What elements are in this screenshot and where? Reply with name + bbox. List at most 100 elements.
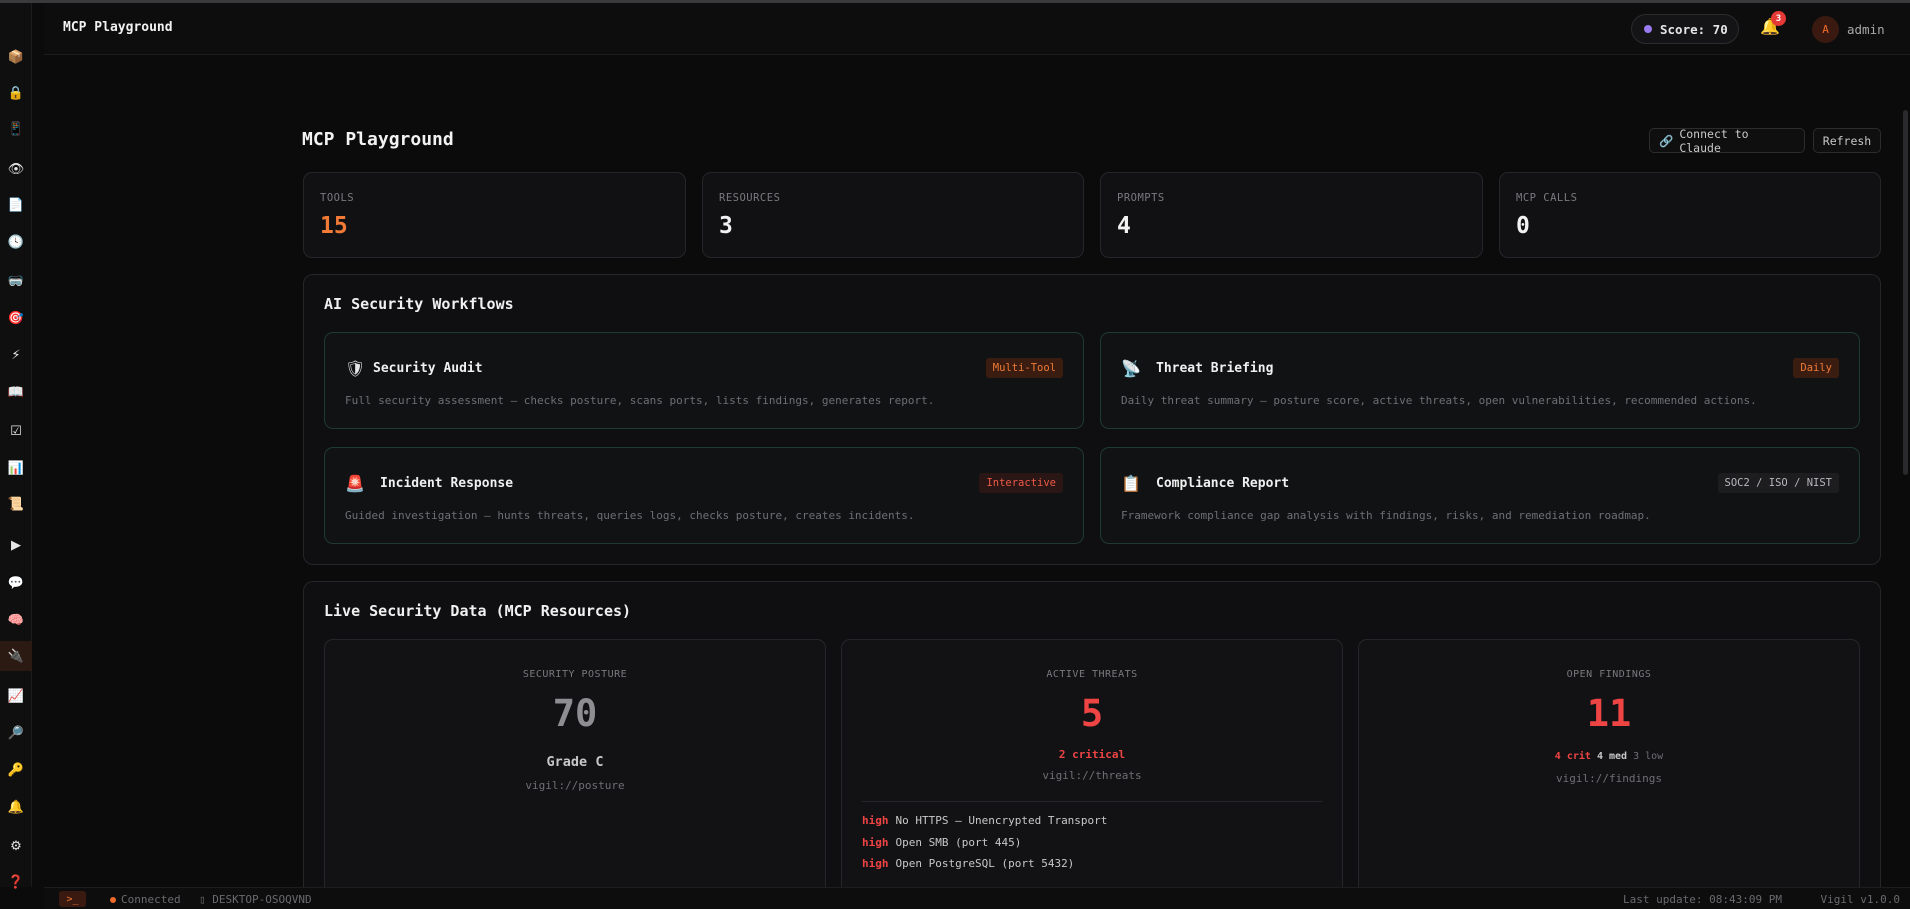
threat-count: 5 xyxy=(1080,692,1104,735)
sidebar-item-eye-icon[interactable]: 👁 xyxy=(0,154,32,184)
workflow-compliance-report[interactable]: 📋 Compliance Report SOC2 / ISO / NIST Fr… xyxy=(1100,447,1860,544)
workflow-description: Framework compliance gap analysis with f… xyxy=(1121,509,1651,522)
sidebar-item-bell-icon[interactable]: 🔔 xyxy=(0,792,32,822)
device-icon: 📱 xyxy=(7,121,25,137)
sidebar: 📦 🔒 📱 👁 📄 🕓 🥽 🎯 ⚡ 📖 ☑ 📊 📜 ▶ 💬 🧠 🔌 📈 🔎 🔑 🔔 ⚙ ❓ xyxy=(0,3,32,890)
lock-icon: 🔒 xyxy=(7,85,25,101)
connection-label: Connected xyxy=(121,893,181,906)
threat-title: Open PostgreSQL (port 5432) xyxy=(895,857,1075,871)
workflow-name: Incident Response xyxy=(380,476,514,491)
server-icon: ▯ xyxy=(199,893,206,906)
satellite-icon: 📡 xyxy=(1121,359,1141,378)
username[interactable]: admin xyxy=(1847,22,1885,37)
eye-icon: 👁 xyxy=(7,161,25,177)
app-version: Vigil v1.0.0 xyxy=(1820,893,1900,906)
security-posture-card: SECURITY POSTURE 70 Grade C vigil://post… xyxy=(324,639,826,909)
mask-icon: 🥽 xyxy=(7,273,25,289)
sidebar-item-document-icon[interactable]: 📄 xyxy=(0,190,32,220)
sidebar-item-bar-chart-icon[interactable]: 📊 xyxy=(0,453,32,483)
connection-status: Connected xyxy=(110,893,181,906)
page-title: MCP Playground xyxy=(302,129,454,150)
sidebar-item-search-icon[interactable]: 🔎 xyxy=(0,718,32,748)
sidebar-item-gear-icon[interactable]: ⚙ xyxy=(0,831,32,861)
threat-item[interactable]: high No HTTPS — Unencrypted Transport xyxy=(862,810,1322,832)
main-scrollbar[interactable] xyxy=(1903,110,1908,475)
stat-label: PROMPTS xyxy=(1117,192,1165,204)
card-label: SECURITY POSTURE xyxy=(522,669,628,680)
open-findings-card: OPEN FINDINGS 11 4 crit 4 med 3 low vigi… xyxy=(1358,639,1860,909)
critical-count: 2 critical xyxy=(1058,748,1126,761)
workflow-description: Full security assessment — checks postur… xyxy=(345,394,935,407)
scroll-icon: 📜 xyxy=(7,496,25,512)
threat-item[interactable]: high Open PostgreSQL (port 5432) xyxy=(862,853,1322,875)
last-update: Last update: 08:43:09 PM xyxy=(1623,893,1782,906)
stat-label: TOOLS xyxy=(320,192,355,204)
sidebar-item-plug-icon[interactable]: 🔌 xyxy=(0,641,32,671)
box-icon: 📦 xyxy=(7,49,25,65)
help-icon: ❓ xyxy=(7,874,25,890)
workflow-incident-response[interactable]: 🚨 Incident Response Interactive Guided i… xyxy=(324,447,1084,544)
sidebar-item-chart-icon[interactable]: 📈 xyxy=(0,681,32,711)
host-label: DESKTOP-OSOQVND xyxy=(212,893,312,906)
workflow-name: Security Audit xyxy=(373,361,483,376)
threat-item[interactable]: high Open SMB (port 445) xyxy=(862,832,1322,854)
sidebar-item-device-icon[interactable]: 📱 xyxy=(0,114,32,144)
low-count: 3 low xyxy=(1633,751,1664,762)
document-icon: 📄 xyxy=(7,197,25,213)
sidebar-item-box-icon[interactable]: 📦 xyxy=(0,42,32,72)
host-name: ▯ DESKTOP-OSOQVND xyxy=(199,893,312,906)
sidebar-item-chat-icon[interactable]: 💬 xyxy=(0,568,32,598)
stat-label: MCP CALLS xyxy=(1516,192,1578,204)
gear-icon: ⚙ xyxy=(10,838,22,854)
workflow-name: Threat Briefing xyxy=(1156,361,1274,376)
threat-severity: high xyxy=(862,814,889,828)
card-label: ACTIVE THREATS xyxy=(1046,669,1138,680)
target-icon: 🎯 xyxy=(7,310,25,326)
stat-card-resources: RESOURCES 3 xyxy=(702,172,1084,258)
workflow-threat-briefing[interactable]: 📡 Threat Briefing Daily Daily threat sum… xyxy=(1100,332,1860,429)
threat-severity: high xyxy=(862,835,889,849)
chart-icon: 📈 xyxy=(7,688,25,704)
workflow-description: Daily threat summary — posture score, ac… xyxy=(1121,394,1757,407)
workflows-title: AI Security Workflows xyxy=(324,295,514,313)
score-label: Score: 70 xyxy=(1660,21,1728,37)
active-threats-card: ACTIVE THREATS 5 2 critical vigil://thre… xyxy=(841,639,1343,909)
notification-count-badge: 3 xyxy=(1771,11,1786,26)
sidebar-item-book-icon[interactable]: 📖 xyxy=(0,377,32,407)
status-dot-icon xyxy=(110,896,116,903)
card-label: OPEN FINDINGS xyxy=(1566,669,1652,680)
score-dot-icon xyxy=(1644,25,1652,33)
sidebar-item-key-icon[interactable]: 🔑 xyxy=(0,755,32,785)
avatar[interactable]: A xyxy=(1812,16,1839,43)
sidebar-item-target-icon[interactable]: 🎯 xyxy=(0,303,32,333)
threat-severity: high xyxy=(862,857,889,871)
sidebar-item-brain-icon[interactable]: 🧠 xyxy=(0,605,32,635)
play-icon: ▶ xyxy=(11,537,21,553)
findings-uri: vigil://findings xyxy=(1556,772,1662,785)
score-badge[interactable]: Score: 70 xyxy=(1631,14,1739,44)
connect-label: Connect to Claude xyxy=(1679,126,1749,155)
sidebar-item-bolt-icon[interactable]: ⚡ xyxy=(0,340,32,370)
sidebar-item-scroll-icon[interactable]: 📜 xyxy=(0,489,32,519)
workflow-name: Compliance Report xyxy=(1156,476,1290,491)
connect-to-claude-button[interactable]: 🔗 Connect to Claude xyxy=(1649,126,1805,155)
siren-icon: 🚨 xyxy=(345,474,365,493)
search-icon: 🔎 xyxy=(7,725,25,741)
sidebar-item-play-icon[interactable]: ▶ xyxy=(0,530,32,560)
brain-icon: 🧠 xyxy=(7,612,25,628)
terminal-button[interactable]: >_ xyxy=(59,891,86,907)
sidebar-item-lock-icon[interactable]: 🔒 xyxy=(0,78,32,108)
workflow-security-audit[interactable]: 🛡 Security Audit Multi-Tool Full securit… xyxy=(324,332,1084,429)
stat-card-prompts: PROMPTS 4 xyxy=(1100,172,1483,258)
live-data-title: Live Security Data (MCP Resources) xyxy=(324,602,632,620)
sidebar-item-clock-icon[interactable]: 🕓 xyxy=(0,227,32,257)
clock-icon: 🕓 xyxy=(7,234,25,250)
refresh-button[interactable]: Refresh xyxy=(1813,128,1881,153)
stat-card-mcp-calls: MCP CALLS 0 xyxy=(1499,172,1881,258)
threat-title: Open SMB (port 445) xyxy=(895,835,1022,849)
sidebar-item-mask-icon[interactable]: 🥽 xyxy=(0,266,32,296)
key-icon: 🔑 xyxy=(7,762,25,778)
sidebar-item-help-icon[interactable]: ❓ xyxy=(0,867,32,897)
sidebar-item-checkbox-icon[interactable]: ☑ xyxy=(0,416,32,446)
workflow-tag: SOC2 / ISO / NIST xyxy=(1717,473,1839,493)
